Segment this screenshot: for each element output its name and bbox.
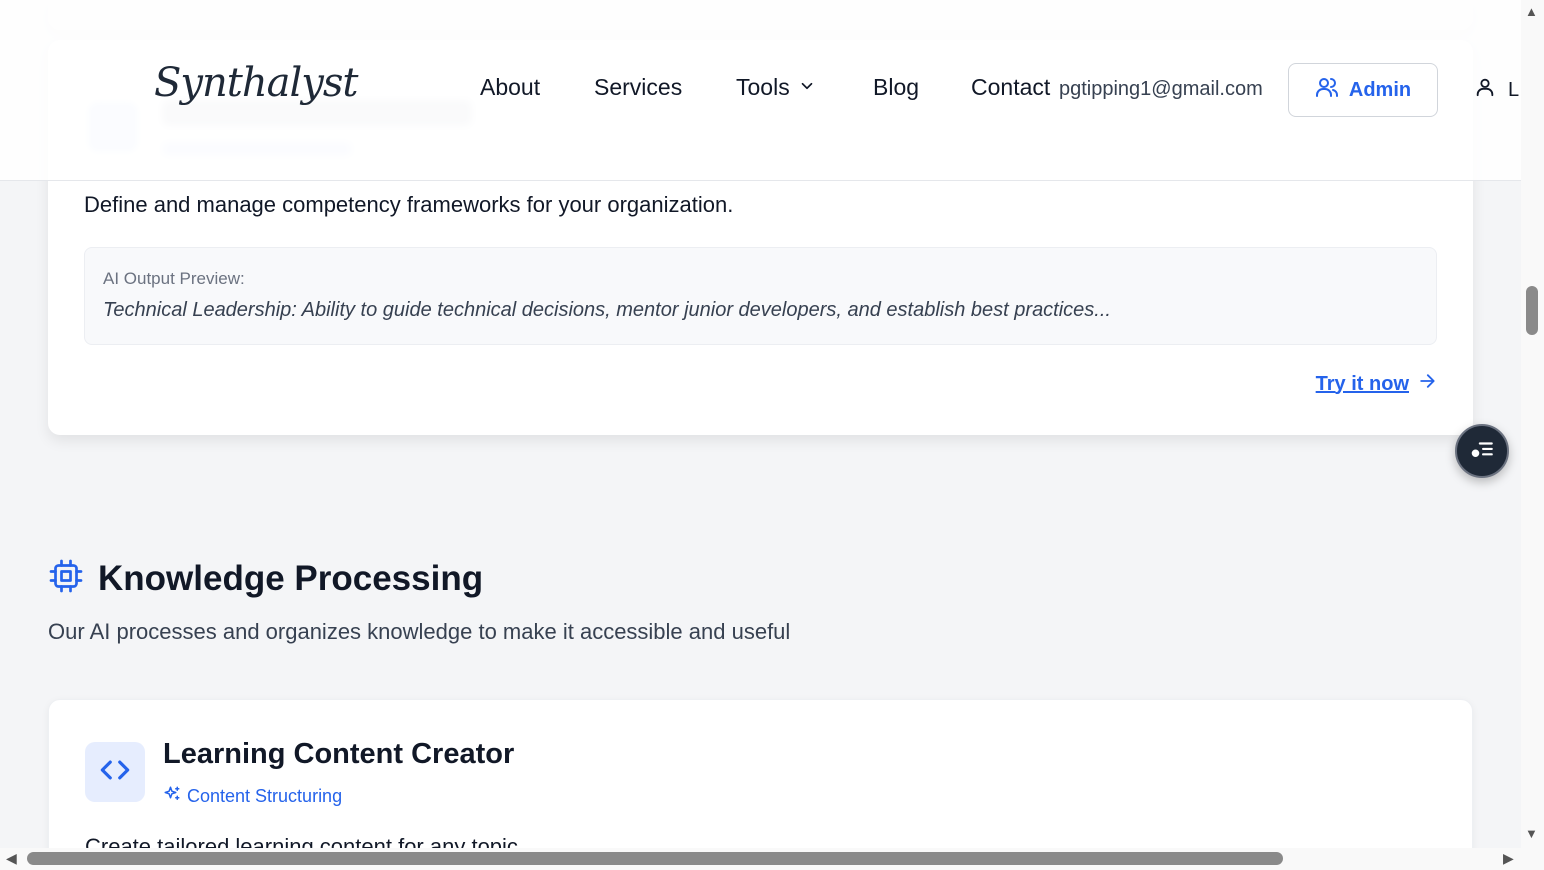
try-it-now-link[interactable]: Try it now	[1316, 371, 1437, 397]
site-logo[interactable]: Synthalyst	[154, 60, 358, 106]
code-icon	[96, 751, 134, 794]
preview-text: Technical Leadership: Ability to guide t…	[103, 299, 1111, 321]
ai-output-preview: AI Output Preview: Technical Leadership:…	[84, 247, 1437, 345]
cpu-icon	[48, 558, 84, 599]
scroll-right-icon[interactable]: ▶	[1503, 850, 1514, 867]
nav-tools-dropdown[interactable]: Tools	[736, 74, 816, 101]
floating-menu-button[interactable]	[1455, 424, 1509, 478]
list-icon	[1469, 437, 1495, 466]
scroll-down-icon[interactable]: ▼	[1525, 826, 1538, 841]
card-tag-label: Content Structuring	[187, 786, 343, 806]
admin-label: Admin	[1348, 78, 1412, 101]
user-email: pgtipping1@gmail.com	[1059, 78, 1263, 100]
nav-about[interactable]: About	[480, 74, 540, 101]
users-icon	[1315, 75, 1339, 105]
admin-button[interactable]: Admin	[1288, 63, 1438, 117]
card-description: Define and manage competency frameworks …	[84, 192, 734, 217]
chevron-down-icon	[798, 74, 816, 101]
nav-contact[interactable]: Contact	[971, 74, 1050, 101]
user-icon	[1474, 76, 1496, 104]
scrollbar-corner	[1521, 848, 1544, 870]
nav-services[interactable]: Services	[594, 74, 682, 101]
card-description: Create tailored learning content for any…	[85, 834, 518, 848]
try-it-now-label: Try it now	[1315, 372, 1409, 395]
scroll-up-icon[interactable]: ▲	[1525, 4, 1538, 19]
section-subtitle: Our AI processes and organizes knowledge…	[48, 619, 791, 644]
user-initial: L	[1508, 78, 1520, 101]
horizontal-scrollbar[interactable]: ◀ ▶	[0, 848, 1521, 870]
logo-text: Synthalyst	[154, 60, 358, 106]
vertical-scroll-thumb[interactable]	[1526, 286, 1538, 335]
arrow-right-icon	[1417, 371, 1437, 397]
horizontal-scroll-thumb[interactable]	[27, 852, 1283, 865]
section-title: Knowledge Processing	[98, 558, 484, 598]
user-menu[interactable]: L	[1474, 76, 1519, 104]
site-header: Synthalyst About Services Tools Blog Con…	[0, 0, 1521, 181]
card-title: Learning Content Creator	[163, 738, 515, 770]
nav-tools-label: Tools	[736, 74, 790, 100]
preview-label: AI Output Preview:	[103, 269, 245, 288]
vertical-scrollbar[interactable]: ▲ ▼	[1521, 0, 1544, 848]
scroll-left-icon[interactable]: ◀	[6, 850, 17, 867]
page-viewport: Define and manage competency frameworks …	[0, 0, 1521, 848]
card-icon-box	[85, 742, 145, 802]
nav-blog[interactable]: Blog	[873, 74, 919, 101]
sparkles-icon	[163, 785, 181, 808]
section-heading: Knowledge Processing	[48, 558, 483, 599]
tool-card-learning-content: Learning Content Creator Content Structu…	[48, 699, 1473, 848]
card-tag: Content Structuring	[163, 785, 342, 808]
